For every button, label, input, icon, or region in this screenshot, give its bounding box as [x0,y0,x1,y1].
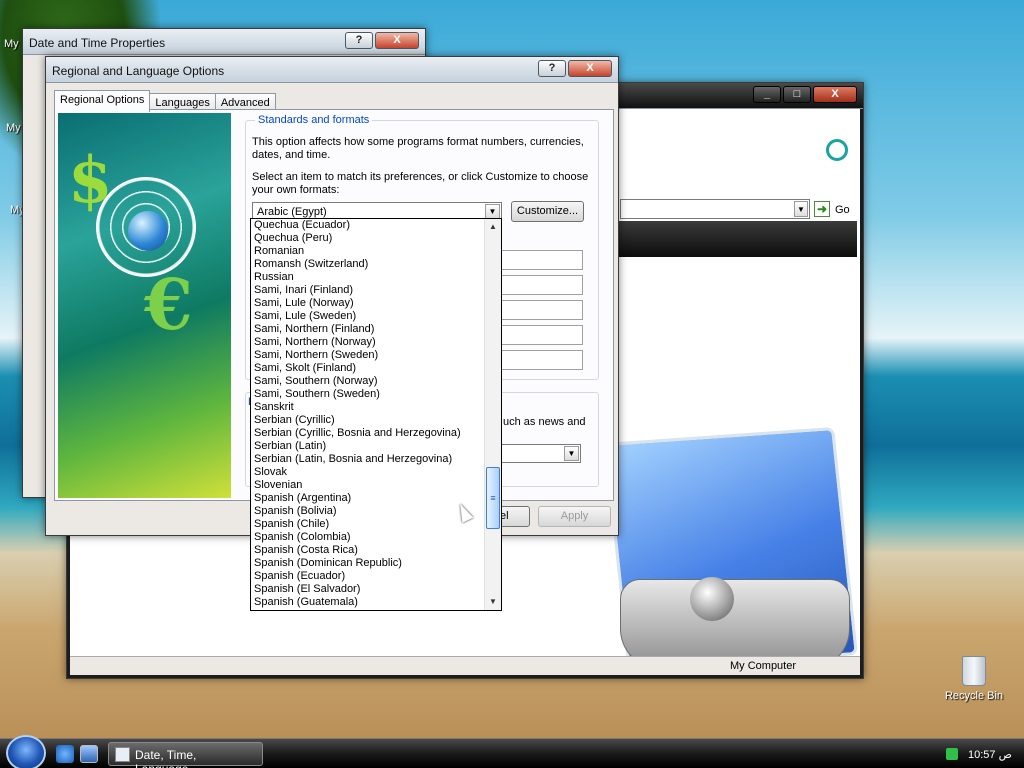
euro-icon: € [144,263,193,346]
window-title: Date and Time Properties [29,36,166,50]
list-item[interactable]: Sami, Southern (Sweden) [251,388,485,401]
recycle-bin-label: Recycle Bin [944,690,1004,702]
regional-titlebar[interactable]: Regional and Language Options ? X [46,57,618,83]
tab-regional-options[interactable]: Regional Options [54,90,151,112]
list-item[interactable]: Spanish (Guatemala) [251,596,485,609]
list-item[interactable]: Spanish (Colombia) [251,531,485,544]
list-item[interactable]: Spanish (Ecuador) [251,570,485,583]
list-item[interactable]: Serbian (Cyrillic) [251,414,485,427]
list-item[interactable]: Spanish (Argentina) [251,492,485,505]
internet-explorer-icon[interactable] [56,745,74,763]
list-item[interactable]: Spanish (Costa Rica) [251,544,485,557]
recycle-bin-icon[interactable]: Recycle Bin [944,656,1004,702]
list-item[interactable]: Sami, Southern (Norway) [251,375,485,388]
standards-group-title: Standards and formats [255,114,373,126]
dropdown-scrollbar[interactable]: ▲ ≡ ▼ [484,219,501,610]
list-item[interactable]: Spanish (El Salvador) [251,583,485,596]
go-button[interactable]: Go [835,204,850,216]
control-panel-icon [115,747,130,762]
list-item[interactable]: Sami, Northern (Finland) [251,323,485,336]
clock[interactable]: 10:57 ص [968,748,1012,761]
list-item[interactable]: Slovenian [251,479,485,492]
window-title: Regional and Language Options [52,64,225,78]
list-item[interactable]: Serbian (Latin, Bosnia and Herzegovina) [251,453,485,466]
maximize-button[interactable]: □ [783,86,811,103]
address-bar[interactable] [620,199,810,219]
list-item[interactable]: Sami, Inari (Finland) [251,284,485,297]
search-sphere-icon [826,139,848,161]
list-item[interactable]: Slovak [251,466,485,479]
taskbar-item-datetime[interactable]: Date, Time, Language... [108,742,263,768]
close-button[interactable]: X [813,86,857,103]
standards-description: This option affects how some programs fo… [252,136,584,161]
list-item[interactable]: Sanskrit [251,401,485,414]
list-item[interactable]: Sami, Lule (Norway) [251,297,485,310]
taskbar-item-label: Date, Time, Language... [135,748,198,768]
list-item[interactable]: Sami, Lule (Sweden) [251,310,485,323]
list-item[interactable]: Spanish (Chile) [251,518,485,531]
go-arrow-icon[interactable]: ➜ [814,201,830,217]
trash-icon [962,656,986,686]
apply-button[interactable]: Apply [538,506,611,527]
close-button[interactable]: X [375,32,419,49]
regional-banner-image: $ € [58,113,231,498]
list-item[interactable]: Romanian [251,245,485,258]
close-button[interactable]: X [568,60,612,77]
minimize-button[interactable]: _ [753,86,781,103]
scroll-up-icon[interactable]: ▲ [485,219,501,235]
format-select-value: Arabic (Egypt) [257,206,327,218]
format-options: Quechua (Ecuador) Quechua (Peru) Romanian R… [251,219,485,609]
list-item[interactable]: Serbian (Latin) [251,440,485,453]
control-knob-icon [690,577,734,621]
list-item[interactable]: Spanish (Bolivia) [251,505,485,518]
format-dropdown-list[interactable]: Quechua (Ecuador) Quechua (Peru) Romanian R… [250,218,502,611]
taskbar: Date, Time, Language... 10:57 ص [0,735,1024,768]
list-item[interactable]: Spanish (Dominican Republic) [251,557,485,570]
customize-button[interactable]: Customize... [511,201,584,222]
start-button[interactable] [6,735,46,768]
desktop-icon-label[interactable]: My [6,122,21,134]
list-item[interactable]: Sami, Skolt (Finland) [251,362,485,375]
help-button[interactable]: ? [538,60,566,77]
list-item[interactable]: Russian [251,271,485,284]
list-item[interactable]: Sami, Northern (Sweden) [251,349,485,362]
list-item[interactable]: Romansh (Switzerland) [251,258,485,271]
system-tray: 10:57 ص [938,739,1024,768]
list-item[interactable]: Quechua (Peru) [251,232,485,245]
network-icon[interactable] [946,748,958,760]
status-text: My Computer [730,660,797,672]
chevron-down-icon[interactable]: ▼ [485,204,500,219]
list-item[interactable]: Quechua (Ecuador) [251,219,485,232]
help-button[interactable]: ? [345,32,373,49]
address-dropdown-button[interactable]: ▼ [794,201,808,217]
scroll-down-icon[interactable]: ▼ [485,594,501,610]
desktop-icon-label[interactable]: My [4,38,19,50]
chevron-down-icon[interactable]: ▼ [564,446,579,461]
list-item[interactable]: Sami, Northern (Norway) [251,336,485,349]
globe-icon [128,211,168,251]
show-desktop-icon[interactable] [80,745,98,763]
select-instructions: Select an item to match its preferences,… [252,171,589,196]
list-item[interactable]: Serbian (Cyrillic, Bosnia and Herzegovin… [251,427,485,440]
status-bar: My Computer [70,656,860,675]
location-description: uch as news and [503,416,586,428]
datetime-titlebar[interactable]: Date and Time Properties ? X [23,29,425,55]
scroll-thumb[interactable]: ≡ [486,467,500,529]
